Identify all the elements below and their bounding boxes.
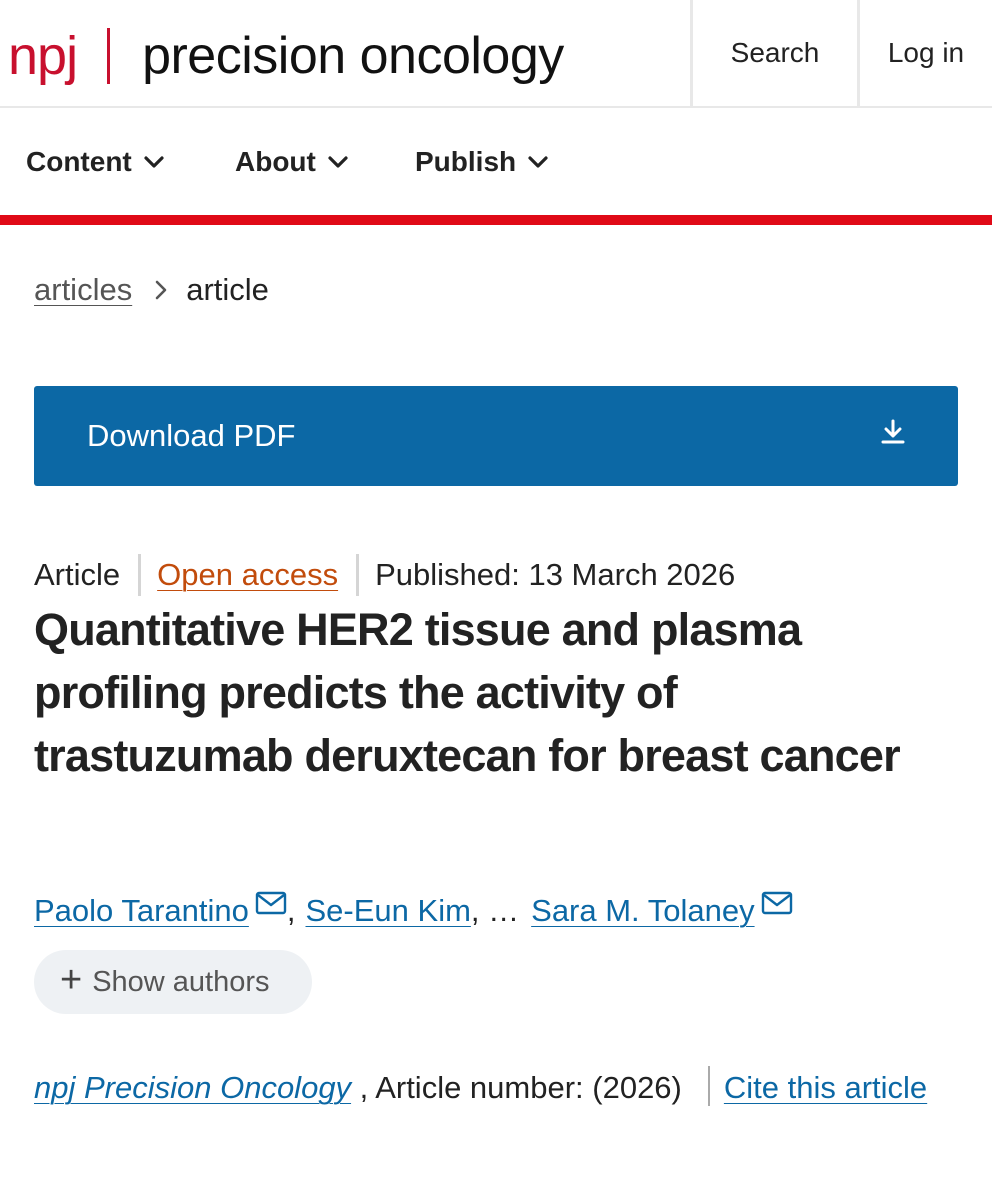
meta-divider	[356, 554, 360, 596]
chevron-down-icon	[144, 156, 164, 168]
breadcrumb-articles-link[interactable]: articles	[34, 272, 132, 308]
article-title: Quantitative HER2 tissue and plasma prof…	[34, 604, 901, 781]
author-link[interactable]: Sara M. Tolaney	[531, 893, 754, 929]
journal-logo[interactable]: npj precision oncology	[8, 24, 564, 88]
article-type: Article	[34, 557, 121, 592]
journal-link[interactable]: npj Precision Oncology	[34, 1070, 351, 1105]
nav-divider	[0, 215, 992, 225]
search-label: Search	[730, 37, 820, 68]
email-icon[interactable]	[761, 887, 793, 923]
article-meta: Article Open access Published: 13 March …	[34, 554, 735, 596]
meta-divider	[138, 554, 142, 596]
plus-icon: +	[60, 959, 83, 1001]
main-nav: Content About Publish	[0, 108, 992, 216]
author-separator: ,	[286, 893, 296, 928]
login-button[interactable]: Log in	[857, 0, 992, 106]
author-ellipsis: , …	[470, 893, 520, 928]
breadcrumb: articles article	[34, 272, 269, 308]
logo-npj: npj	[8, 26, 78, 86]
chevron-down-icon	[328, 156, 348, 168]
open-access-link[interactable]: Open access	[157, 557, 338, 593]
author-list: Paolo Tarantino , Se-Eun Kim , … Sara M.…	[34, 891, 793, 929]
download-pdf-button[interactable]: Download PDF	[34, 386, 958, 486]
email-icon[interactable]	[255, 887, 287, 923]
published-date: Published: 13 March 2026	[375, 557, 736, 592]
author-link[interactable]: Se-Eun Kim	[306, 893, 471, 929]
citation-divider	[707, 1066, 710, 1106]
nav-about[interactable]: About	[235, 146, 348, 178]
nav-publish-label: Publish	[415, 146, 517, 177]
logo-journal-name: precision oncology	[142, 27, 564, 85]
nav-about-label: About	[235, 146, 316, 177]
cite-this-article-link[interactable]: Cite this article	[724, 1070, 927, 1105]
author-link[interactable]: Paolo Tarantino	[34, 893, 249, 929]
login-label: Log in	[887, 37, 965, 68]
nav-content-label: Content	[26, 146, 132, 177]
show-authors-label: Show authors	[92, 965, 270, 998]
download-pdf-label: Download PDF	[87, 418, 296, 453]
download-icon	[880, 418, 906, 454]
citation-line: npj Precision Oncology , Article number:…	[34, 1058, 954, 1118]
chevron-down-icon	[528, 156, 548, 168]
search-button[interactable]: Search	[690, 0, 857, 106]
breadcrumb-current: article	[186, 272, 269, 307]
logo-divider	[107, 28, 111, 84]
nav-publish[interactable]: Publish	[415, 146, 548, 178]
site-header: npj precision oncology Search Log in	[0, 0, 992, 108]
nav-content[interactable]: Content	[26, 146, 164, 178]
show-authors-button[interactable]: + Show authors	[34, 950, 312, 1014]
chevron-right-icon	[154, 279, 168, 301]
article-number-text: , Article number: (2026)	[351, 1070, 682, 1105]
